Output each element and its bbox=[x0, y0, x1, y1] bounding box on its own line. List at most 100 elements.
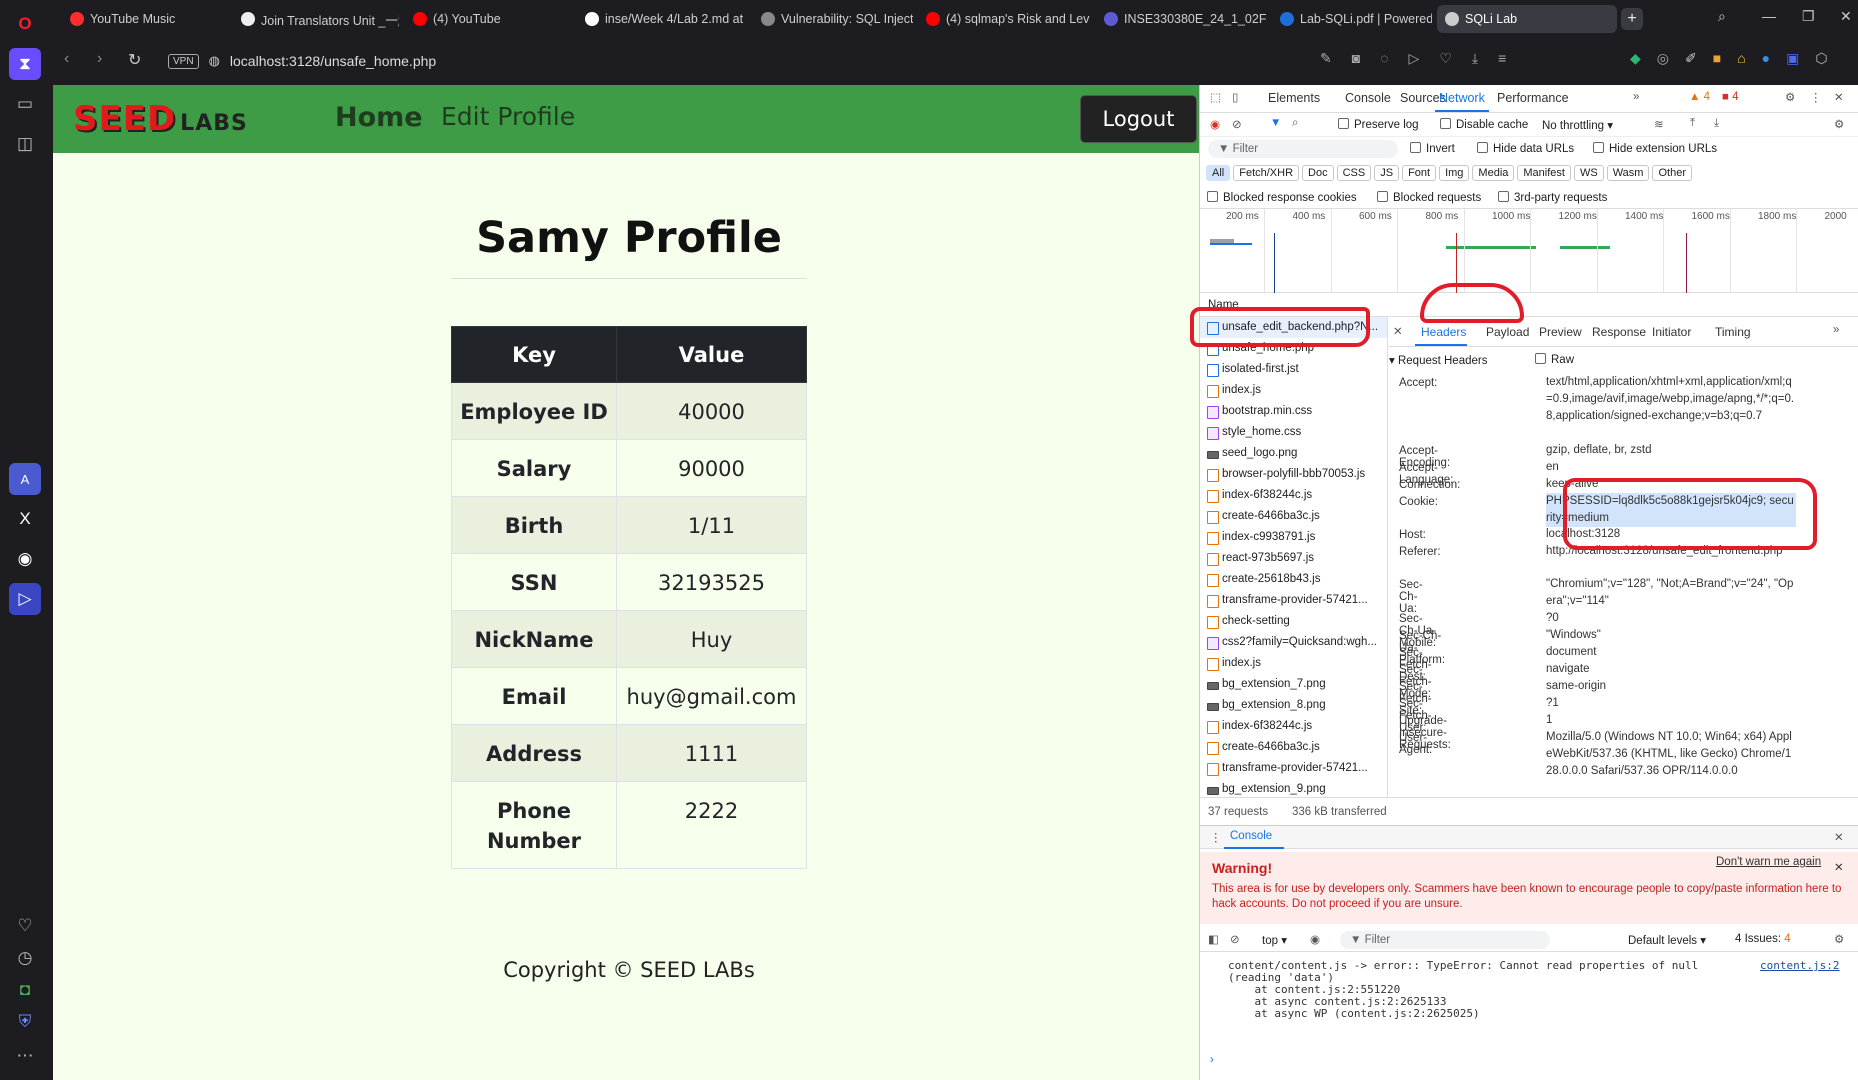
request-row[interactable]: index-6f38244c.js bbox=[1200, 716, 1387, 737]
nav-edit-profile-link[interactable]: Edit Profile bbox=[441, 102, 575, 131]
request-row[interactable]: bg_extension_9.png bbox=[1200, 779, 1387, 797]
browser-tab[interactable]: inse/Week 4/Lab 2.md at m bbox=[577, 5, 747, 33]
book-icon[interactable]: ▭ bbox=[9, 88, 41, 120]
more-detail-tabs-icon[interactable]: » bbox=[1833, 324, 1839, 336]
clear-icon[interactable]: ⊘ bbox=[1232, 117, 1242, 131]
site-info-icon[interactable]: ◍ bbox=[209, 53, 220, 69]
console-filter-input[interactable]: ▼ Filter bbox=[1340, 931, 1550, 949]
close-devtools-icon[interactable]: ✕ bbox=[1834, 90, 1844, 104]
header-value[interactable]: "Windows" bbox=[1546, 627, 1796, 644]
record-icon[interactable]: ◉ bbox=[1210, 117, 1220, 131]
devtools-tab-performance[interactable]: Performance bbox=[1497, 91, 1569, 105]
extension-home-icon[interactable]: ⌂ bbox=[1737, 50, 1745, 67]
hide-data-urls-checkbox[interactable]: Hide data URLs bbox=[1477, 142, 1574, 155]
request-row[interactable]: seed_logo.png bbox=[1200, 443, 1387, 464]
blocked-requests-checkbox[interactable]: Blocked requests bbox=[1377, 191, 1481, 204]
extension-box-icon[interactable]: ▣ bbox=[1786, 50, 1799, 67]
extension-green-icon[interactable]: ◆ bbox=[1630, 50, 1641, 67]
request-row[interactable]: index.js bbox=[1200, 380, 1387, 401]
warning-count[interactable]: ▲ 4 bbox=[1689, 91, 1710, 103]
request-row[interactable]: bg_extension_8.png bbox=[1200, 695, 1387, 716]
extensions-cube-icon[interactable]: ⬡ bbox=[1815, 50, 1827, 67]
x-twitter-icon[interactable]: X bbox=[9, 503, 41, 535]
name-column-header[interactable]: Name bbox=[1208, 299, 1239, 311]
edit-icon[interactable]: ✎ bbox=[1320, 50, 1332, 67]
third-party-checkbox[interactable]: 3rd-party requests bbox=[1498, 191, 1607, 204]
browser-tab[interactable]: (4) sqlmap's Risk and Leve bbox=[918, 5, 1090, 33]
header-value[interactable]: document bbox=[1546, 644, 1796, 661]
settings-icon[interactable]: ⚙ bbox=[1785, 90, 1795, 104]
dont-warn-link[interactable]: Don't warn me again bbox=[1716, 856, 1821, 868]
minimize-icon[interactable]: — bbox=[1762, 8, 1776, 24]
type-filter-fetchxhr[interactable]: Fetch/XHR bbox=[1233, 165, 1300, 181]
detail-tab-response[interactable]: Response bbox=[1592, 325, 1646, 339]
header-value[interactable]: gzip, deflate, br, zstd bbox=[1546, 442, 1796, 459]
type-filter-manifest[interactable]: Manifest bbox=[1517, 165, 1571, 181]
back-icon[interactable]: ‹ bbox=[64, 50, 69, 68]
browser-tab[interactable]: Vulnerability: SQL Injection bbox=[753, 5, 913, 33]
header-value[interactable]: en bbox=[1546, 459, 1796, 476]
type-filter-other[interactable]: Other bbox=[1652, 165, 1692, 181]
drawer-menu-icon[interactable]: ⋮ bbox=[1210, 830, 1222, 844]
header-value[interactable]: PHPSESSID=lq8dlk5c5o88k1gejsr5k04jc9; se… bbox=[1546, 493, 1796, 527]
header-value[interactable]: "Chromium";v="128", "Not;A=Brand";v="24"… bbox=[1546, 576, 1796, 610]
export-har-icon[interactable]: ⤓ bbox=[1714, 117, 1719, 130]
devtools-tab-console[interactable]: Console bbox=[1345, 91, 1391, 105]
request-row[interactable]: create-25618b43.js bbox=[1200, 569, 1387, 590]
header-value[interactable]: ?1 bbox=[1546, 695, 1796, 712]
invert-checkbox[interactable]: Invert bbox=[1410, 142, 1455, 155]
type-filter-ws[interactable]: WS bbox=[1573, 165, 1604, 181]
header-value[interactable]: keep-alive bbox=[1546, 476, 1796, 493]
request-row[interactable]: browser-polyfill-bbb70053.js bbox=[1200, 464, 1387, 485]
request-row[interactable]: style_home.css bbox=[1200, 422, 1387, 443]
request-row[interactable]: check-setting bbox=[1200, 611, 1387, 632]
hide-ext-urls-checkbox[interactable]: Hide extension URLs bbox=[1593, 142, 1717, 155]
more-panels-icon[interactable]: » bbox=[1633, 91, 1639, 103]
close-drawer-icon[interactable]: ✕ bbox=[1834, 830, 1844, 844]
filter-icon[interactable]: ▼ bbox=[1270, 117, 1281, 129]
player-icon[interactable]: ▷ bbox=[9, 583, 41, 615]
request-row[interactable]: index.js bbox=[1200, 653, 1387, 674]
detail-tab-payload[interactable]: Payload bbox=[1486, 325, 1529, 339]
detail-tab-headers[interactable]: Headers bbox=[1421, 325, 1466, 339]
sidebar-toggle-icon[interactable]: ◧ bbox=[1208, 932, 1219, 946]
vpn-badge[interactable]: VPN bbox=[168, 53, 199, 69]
request-list[interactable]: unsafe_edit_backend.php?N... unsafe_home.… bbox=[1200, 317, 1388, 797]
request-row[interactable]: create-6466ba3c.js bbox=[1200, 737, 1387, 758]
logout-button[interactable]: Logout bbox=[1080, 95, 1197, 143]
header-value[interactable]: localhost:3128 bbox=[1546, 526, 1796, 543]
forward-icon[interactable]: › bbox=[97, 50, 102, 68]
header-value[interactable]: http://localhost:3128/unsafe_edit_fronte… bbox=[1546, 543, 1796, 560]
extension-yellow-icon[interactable]: ■ bbox=[1713, 50, 1721, 67]
browser-tab[interactable]: Join Translators Unit _一起 bbox=[233, 5, 399, 33]
network-settings-icon[interactable]: ⚙ bbox=[1834, 117, 1844, 131]
disable-cache-checkbox[interactable]: Disable cache bbox=[1440, 118, 1528, 131]
console-drawer-tab[interactable]: Console bbox=[1230, 830, 1272, 842]
shield-icon[interactable]: ⛨ bbox=[9, 1006, 41, 1038]
preserve-log-checkbox[interactable]: Preserve log bbox=[1338, 118, 1419, 131]
close-detail-icon[interactable]: ✕ bbox=[1393, 324, 1403, 338]
extension-compass-icon[interactable]: ◎ bbox=[1657, 50, 1669, 67]
adblock-icon[interactable]: ◌ bbox=[1380, 50, 1388, 67]
spotify-icon[interactable]: ◉ bbox=[9, 543, 41, 575]
request-row[interactable]: unsafe_home.php bbox=[1200, 338, 1387, 359]
request-headers-section[interactable]: ▾ Request Headers bbox=[1389, 353, 1487, 367]
type-filter-img[interactable]: Img bbox=[1439, 165, 1470, 181]
reload-icon[interactable]: ↻ bbox=[128, 50, 141, 70]
console-source-link[interactable]: content.js:2 bbox=[1760, 959, 1839, 972]
request-row[interactable]: bg_extension_7.png bbox=[1200, 674, 1387, 695]
console-prompt-icon[interactable]: › bbox=[1210, 1054, 1214, 1066]
request-row[interactable]: index-6f38244c.js bbox=[1200, 485, 1387, 506]
request-row[interactable]: isolated-first.jst bbox=[1200, 359, 1387, 380]
aria-icon[interactable]: A bbox=[9, 463, 41, 495]
browser-tab[interactable]: INSE330380E_24_1_02FIE: bbox=[1096, 5, 1266, 33]
search-icon[interactable]: ⌕ bbox=[1292, 117, 1298, 130]
more-icon[interactable]: ⋯ bbox=[9, 1040, 41, 1072]
import-har-icon[interactable]: ⤒ bbox=[1690, 117, 1695, 130]
type-filter-font[interactable]: Font bbox=[1402, 165, 1437, 181]
error-count[interactable]: ■ 4 bbox=[1722, 91, 1739, 103]
seed-labs-logo[interactable]: SEED LABS bbox=[73, 99, 248, 139]
type-filter-css[interactable]: CSS bbox=[1336, 165, 1372, 181]
play-icon[interactable]: ▷ bbox=[1409, 50, 1420, 67]
devtools-tab-elements[interactable]: Elements bbox=[1268, 91, 1320, 105]
